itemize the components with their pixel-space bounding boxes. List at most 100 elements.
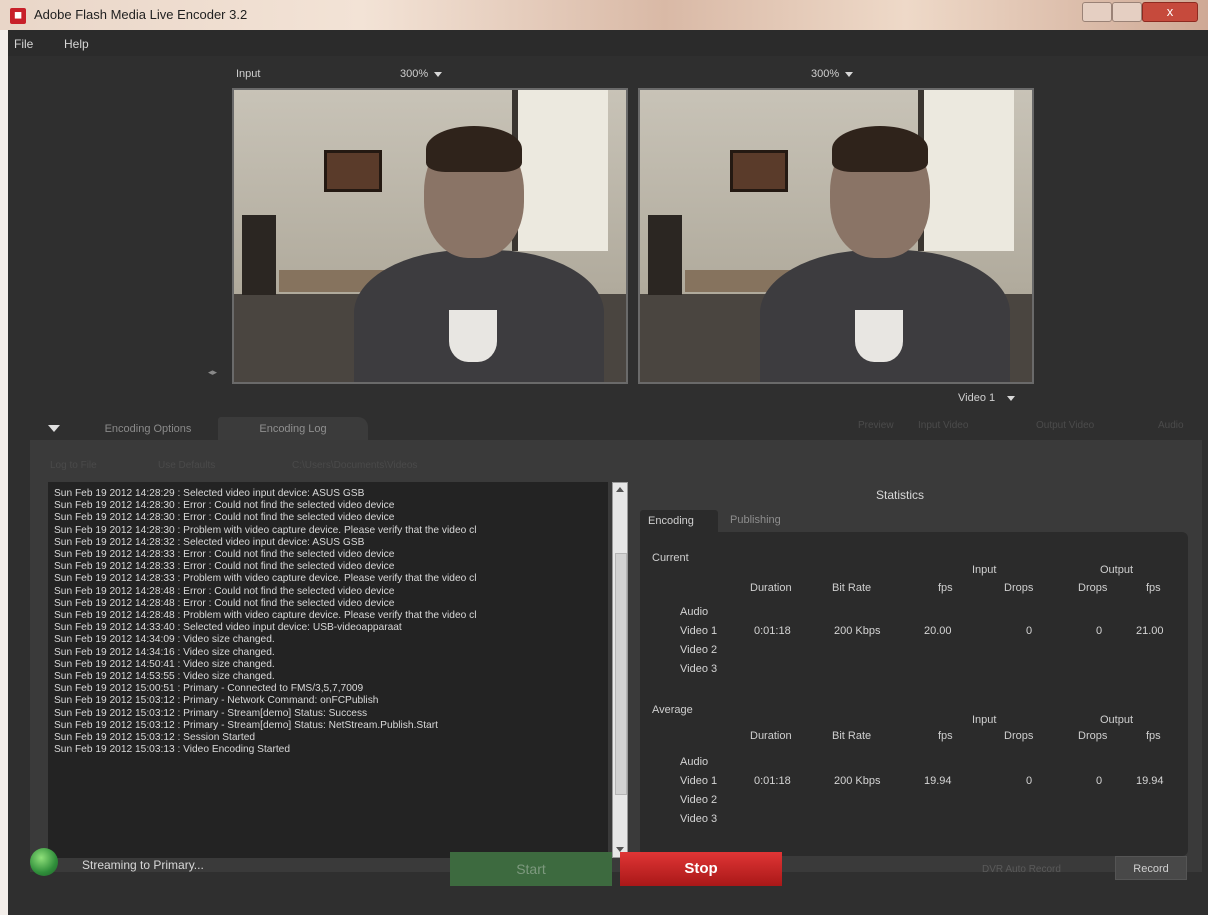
log-line: Sun Feb 19 2012 14:28:48 : Problem with … [54,610,477,622]
current-section-label: Current [652,552,689,564]
log-line: Sun Feb 19 2012 15:03:12 : Primary - Str… [54,719,438,731]
tab-stats-encoding[interactable]: Encoding [640,510,718,532]
col-bitrate: Bit Rate [832,582,872,594]
row-video-2: Video 2 [680,644,718,656]
tab-encoding-options[interactable]: Encoding Options [88,417,208,441]
statistics-table: Current Input Output Duration Bit Rate f… [640,532,1188,856]
col-drops-out-avg: Drops [1078,730,1108,742]
log-line: Sun Feb 19 2012 14:28:33 : Error : Could… [54,561,395,573]
app-window: File Help Input 300% 300% ◂▸ Video 1 Enc… [8,30,1208,915]
scroll-up-icon[interactable] [616,487,624,492]
col-bitrate-avg: Bit Rate [832,730,872,742]
log-line: Sun Feb 19 2012 15:03:13 : Video Encodin… [54,744,291,756]
chevron-down-icon [1007,395,1016,401]
fmle-icon: ◼ [10,8,26,24]
audio-meter-icon: ◂▸ [208,367,218,377]
col-drops-in-avg: Drops [1004,730,1034,742]
log-line: Sun Feb 19 2012 14:28:33 : Problem with … [54,573,477,585]
log-line: Sun Feb 19 2012 14:28:48 : Error : Could… [54,585,395,597]
video-source-dropdown[interactable]: Video 1 [958,392,1016,404]
log-line: Sun Feb 19 2012 14:28:48 : Error : Could… [54,597,395,609]
chevron-down-icon [434,71,443,77]
log-line: Sun Feb 19 2012 14:50:41 : Video size ch… [54,658,275,670]
average-drops-out: 0 [1096,775,1103,787]
log-line: Sun Feb 19 2012 15:00:51 : Primary - Con… [54,683,364,695]
menu-file[interactable]: File [14,37,33,51]
toggle-output-video[interactable]: Output Video [1036,420,1094,431]
output-zoom-value: 300% [811,68,840,80]
log-line: Sun Feb 19 2012 14:28:33 : Error : Could… [54,549,395,561]
toggle-preview[interactable]: Preview [858,420,894,431]
row-video-2-avg: Video 2 [680,794,718,806]
log-lines: Sun Feb 19 2012 14:28:29 : Selected vide… [54,488,606,756]
average-bitrate: 200 Kbps [834,775,881,787]
menu-help[interactable]: Help [64,37,89,51]
minimize-button[interactable] [1082,2,1112,22]
use-defaults-button[interactable]: Use Defaults [158,460,215,471]
scroll-thumb[interactable] [615,553,627,795]
tab-encoding-log[interactable]: Encoding Log [218,417,368,441]
collapse-panel-icon[interactable] [48,425,60,432]
dvr-auto-record-checkbox[interactable]: DVR Auto Record [982,864,1061,875]
current-drops-out: 0 [1096,625,1103,637]
col-drops-out: Drops [1078,582,1108,594]
average-duration: 0:01:18 [754,775,791,787]
input-zoom-dropdown[interactable]: 300% [400,68,443,80]
status-text: Streaming to Primary... [82,858,204,872]
output-group-header: Output [1100,564,1134,576]
chevron-down-icon [845,71,854,77]
row-video-3: Video 3 [680,663,718,675]
input-label: Input [236,68,261,80]
log-line: Sun Feb 19 2012 14:28:29 : Selected vide… [54,488,365,499]
col-duration: Duration [750,582,792,594]
row-video-3-avg: Video 3 [680,813,718,825]
current-duration: 0:01:18 [754,625,791,637]
globe-icon [30,848,58,876]
col-drops-in: Drops [1004,582,1034,594]
log-line: Sun Feb 19 2012 14:33:40 : Selected vide… [54,622,402,634]
current-fps-in: 20.00 [924,625,952,637]
input-zoom-value: 300% [400,68,429,80]
col-fps-in-avg: fps [938,730,953,742]
col-fps-out-avg: fps [1146,730,1161,742]
log-scrollbar[interactable] [612,482,628,858]
log-line: Sun Feb 19 2012 14:34:09 : Video size ch… [54,634,275,646]
average-fps-in: 19.94 [924,775,952,787]
close-button[interactable]: x [1142,2,1198,22]
col-fps-in: fps [938,582,953,594]
tab-stats-publishing[interactable]: Publishing [730,514,781,526]
stop-button[interactable]: Stop [620,852,782,886]
log-path-field[interactable]: C:\Users\Documents\Videos [292,460,417,471]
current-drops-in: 0 [1026,625,1033,637]
window-title: Adobe Flash Media Live Encoder 3.2 [34,7,248,22]
row-video-1: Video 1 [680,625,718,637]
log-line: Sun Feb 19 2012 14:28:30 : Problem with … [54,524,477,536]
col-fps-out: fps [1146,582,1161,594]
encoding-log-panel: Log to File Use Defaults C:\Users\Docume… [30,440,1202,872]
log-line: Sun Feb 19 2012 14:34:16 : Video size ch… [54,646,275,658]
start-button[interactable]: Start [450,852,612,886]
log-line: Sun Feb 19 2012 15:03:12 : Primary - Net… [54,695,379,707]
window-titlebar: ◼ Adobe Flash Media Live Encoder 3.2 x [0,0,1208,30]
toggle-audio[interactable]: Audio [1158,420,1184,431]
toggle-input-video[interactable]: Input Video [918,420,968,431]
menu-bar: File Help [8,30,1208,56]
input-group-header-avg: Input [972,714,997,726]
average-drops-in: 0 [1026,775,1033,787]
log-line: Sun Feb 19 2012 15:03:12 : Session Start… [54,732,256,744]
average-fps-out: 19.94 [1136,775,1164,787]
log-to-file-checkbox[interactable]: Log to File [50,460,97,471]
maximize-button[interactable] [1112,2,1142,22]
input-video-preview [232,88,628,384]
log-textarea[interactable]: Sun Feb 19 2012 14:28:29 : Selected vide… [48,482,608,858]
record-button[interactable]: Record [1115,856,1187,880]
statistics-panel: Encoding Publishing Current Input Output… [640,510,1188,884]
output-zoom-dropdown[interactable]: 300% [811,68,854,80]
video-source-value: Video 1 [958,392,996,404]
output-group-header-avg: Output [1100,714,1134,726]
output-video-preview [638,88,1034,384]
statistics-title: Statistics [876,488,925,502]
log-line: Sun Feb 19 2012 14:28:30 : Error : Could… [54,500,395,512]
log-line: Sun Feb 19 2012 14:53:55 : Video size ch… [54,671,275,683]
current-fps-out: 21.00 [1136,625,1164,637]
